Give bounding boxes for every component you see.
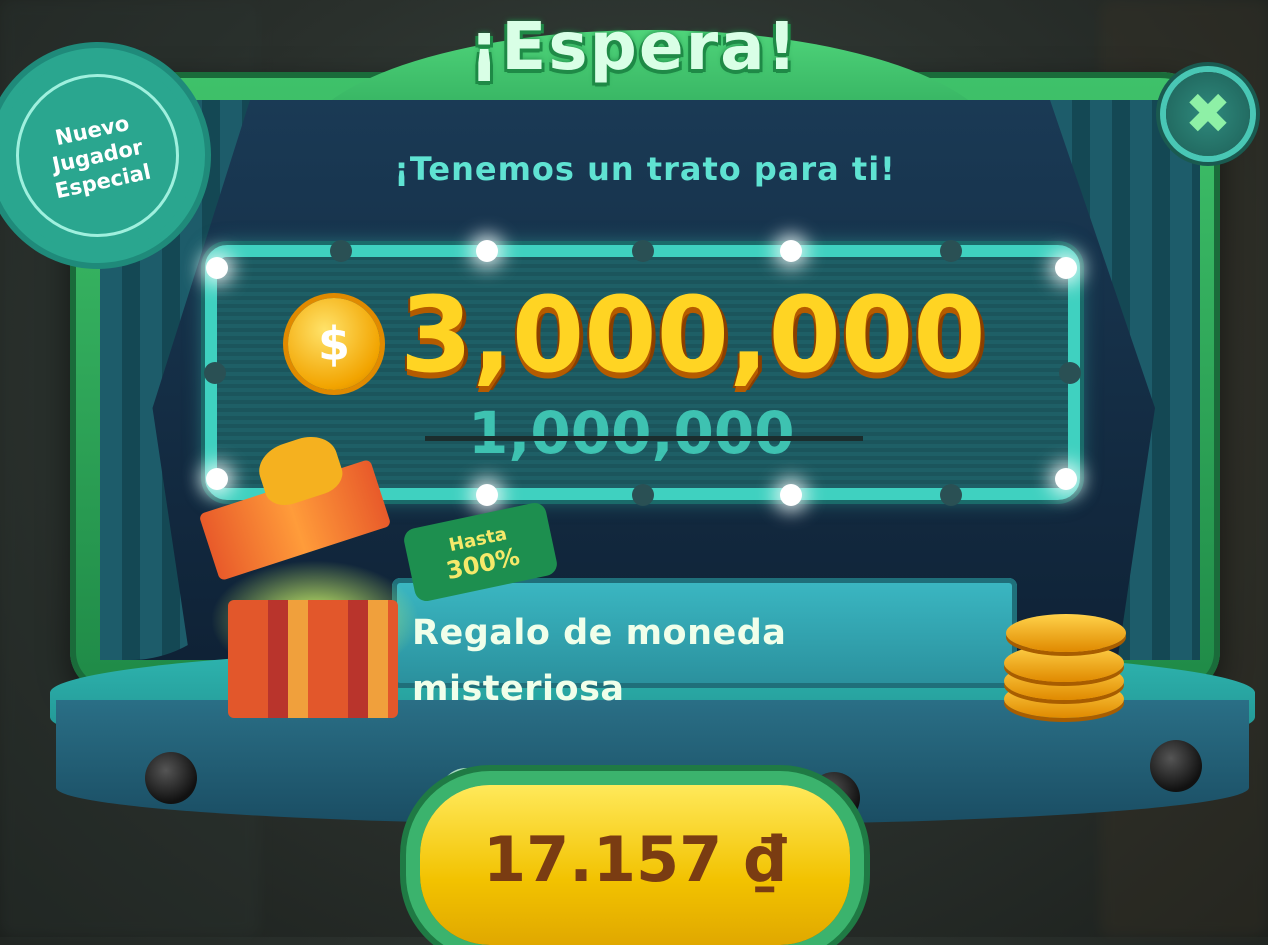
mystery-gift-label: Regalo de moneda misteriosa xyxy=(412,613,787,709)
marquee-bulb xyxy=(206,257,228,279)
stack-coin xyxy=(1006,614,1126,652)
marquee-bulb xyxy=(476,484,498,506)
dialog-title: ¡Espera! xyxy=(469,8,799,85)
stage-rivet xyxy=(145,752,197,804)
stage-rivet xyxy=(1150,740,1202,792)
close-button[interactable]: ✖ xyxy=(1166,72,1250,156)
marquee-bulb xyxy=(204,362,226,384)
close-icon: ✖ xyxy=(1184,81,1232,147)
coin-icon: $ xyxy=(288,298,380,390)
marquee-bulb xyxy=(940,484,962,506)
marquee-bulb xyxy=(940,240,962,262)
original-amount: 1,000,000 xyxy=(468,399,795,467)
gift-box-icon xyxy=(228,600,398,718)
buy-button-price[interactable]: 17.157 ₫ xyxy=(420,810,850,910)
marquee-bulb xyxy=(780,240,802,262)
marquee-bulb xyxy=(476,240,498,262)
marquee-bulb xyxy=(1055,468,1077,490)
coin-symbol: $ xyxy=(317,317,350,371)
strikethrough-line xyxy=(425,436,863,441)
marquee-bulb xyxy=(780,484,802,506)
marquee-bulb xyxy=(632,484,654,506)
marquee-bulb xyxy=(330,240,352,262)
offer-amount: 3,000,000 xyxy=(400,274,986,396)
marquee-bulb xyxy=(632,240,654,262)
marquee-bulb xyxy=(1059,362,1081,384)
marquee-bulb xyxy=(206,468,228,490)
marquee-bulb xyxy=(1055,257,1077,279)
